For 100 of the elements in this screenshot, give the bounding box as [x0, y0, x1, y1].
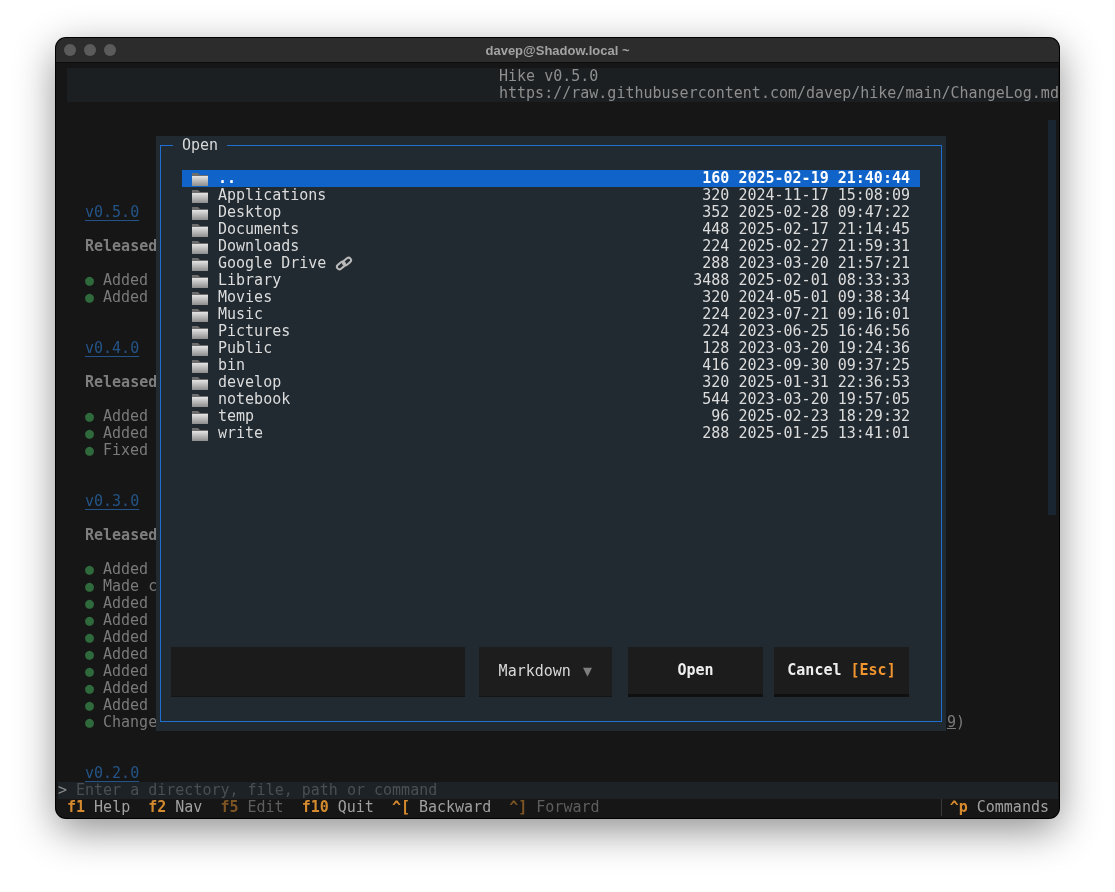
path-field[interactable] [171, 647, 465, 697]
filter-dropdown[interactable]: Markdown ▼ [478, 647, 613, 697]
file-size: 288 [702, 255, 730, 272]
key-binding[interactable]: f2 Nav [148, 799, 203, 816]
folder-icon [191, 272, 209, 289]
key-binding[interactable]: f10 Quit [301, 799, 374, 816]
file-name: Documents [218, 221, 300, 238]
bullet-icon: ● [85, 425, 103, 442]
file-name: write [218, 425, 264, 442]
file-name: temp [218, 408, 255, 425]
file-size: 320 [702, 289, 730, 306]
file-row[interactable]: Public 128 2023-03-20 19:24:36 [182, 340, 920, 357]
folder-icon [191, 221, 209, 238]
file-size: 224 [702, 323, 730, 340]
dialog-title: Open [173, 137, 228, 154]
file-name: Google Drive [218, 255, 327, 272]
file-size: 160 [702, 170, 730, 187]
change-text: Added [103, 272, 149, 289]
file-modified: 2024-11-17 15:08:09 [738, 187, 910, 204]
file-modified: 2025-02-01 08:33:33 [738, 272, 910, 289]
file-row[interactable]: develop 320 2025-01-31 22:36:53 [182, 374, 920, 391]
file-row[interactable]: Music 224 2023-07-21 09:16:01 [182, 306, 920, 323]
folder-icon [191, 374, 209, 391]
file-name: notebook [218, 391, 291, 408]
file-row[interactable]: Downloads 224 2025-02-27 21:59:31 [182, 238, 920, 255]
file-modified: 2023-07-21 09:16:01 [738, 306, 910, 323]
bullet-icon: ● [85, 714, 103, 731]
bullet-icon: ● [85, 629, 103, 646]
file-size: 3488 [693, 272, 730, 289]
file-size: 96 [711, 408, 730, 425]
file-name: Desktop [218, 204, 282, 221]
file-modified: 2025-02-23 18:29:32 [738, 408, 910, 425]
file-row[interactable]: Pictures 224 2023-06-25 16:46:56 [182, 323, 920, 340]
document-location: https://raw.githubusercontent.com/davep/hike/main/ChangeLog.md [498, 85, 1058, 102]
file-modified: 2023-03-20 19:57:05 [738, 391, 910, 408]
release-label: Released [85, 373, 158, 391]
change-text: Added [103, 663, 149, 680]
minimize-button[interactable] [84, 44, 96, 56]
file-name: .. [218, 170, 237, 187]
file-size: 448 [702, 221, 730, 238]
bullet-icon: ● [85, 663, 103, 680]
change-text: Added [103, 697, 149, 714]
file-modified: 2023-03-20 19:24:36 [738, 340, 910, 357]
folder-icon [191, 238, 209, 255]
zoom-button[interactable] [104, 44, 116, 56]
file-name: Movies [218, 289, 273, 306]
file-modified: 2025-02-19 21:40:44 [738, 170, 910, 187]
key-binding[interactable]: f1 Help [67, 799, 131, 816]
file-row[interactable]: temp 96 2025-02-23 18:29:32 [182, 408, 920, 425]
issue-link[interactable]: 9 [946, 713, 956, 731]
commands-binding[interactable]: ^p Commands [949, 799, 1049, 816]
change-text: Added [103, 408, 149, 425]
key-binding[interactable]: ^[ Backward [391, 799, 492, 816]
folder-icon [191, 187, 209, 204]
release-label: Released [85, 526, 158, 544]
window-title: davep@Shadow.local ~ [485, 42, 630, 58]
change-text: Added [103, 629, 149, 646]
file-size: 288 [702, 425, 730, 442]
file-size: 416 [702, 357, 730, 374]
folder-icon [191, 425, 209, 442]
change-text: Fixed [103, 442, 149, 459]
file-size: 352 [702, 204, 730, 221]
file-name: Public [218, 340, 273, 357]
folder-icon [191, 170, 209, 187]
change-text: Added [103, 646, 149, 663]
file-name: Pictures [218, 323, 291, 340]
file-row[interactable]: Desktop 352 2025-02-28 09:47:22 [182, 204, 920, 221]
change-text: Change [103, 714, 158, 731]
file-name: develop [218, 374, 282, 391]
cancel-button[interactable]: Cancel [Esc] [774, 647, 909, 697]
bullet-icon: ● [85, 680, 103, 697]
file-row[interactable]: Library 3488 2025-02-01 08:33:33 [182, 272, 920, 289]
change-text: ) [955, 713, 965, 731]
file-size: 128 [702, 340, 730, 357]
change-text: Added [103, 680, 149, 697]
folder-icon [191, 204, 209, 221]
file-row[interactable]: Google Drive 288 2023-03-20 21:57:21 [182, 255, 920, 272]
bullet-icon: ● [85, 289, 103, 306]
file-row[interactable]: Documents 448 2025-02-17 21:14:45 [182, 221, 920, 238]
file-row[interactable]: notebook 544 2023-03-20 19:57:05 [182, 391, 920, 408]
file-row[interactable]: Applications 320 2024-11-17 15:08:09 [182, 187, 920, 204]
scrollbar[interactable] [1048, 120, 1056, 515]
file-row[interactable]: Movies 320 2024-05-01 09:38:34 [182, 289, 920, 306]
file-row[interactable]: bin 416 2023-09-30 09:37:25 [182, 357, 920, 374]
file-modified: 2025-01-31 22:36:53 [738, 374, 910, 391]
folder-icon [191, 391, 209, 408]
folder-icon [191, 340, 209, 357]
file-row[interactable]: .. 160 2025-02-19 21:40:44 [182, 170, 920, 187]
bullet-icon: ● [85, 595, 103, 612]
bullet-icon: ● [85, 442, 103, 459]
folder-icon [191, 289, 209, 306]
file-modified: 2025-02-27 21:59:31 [738, 238, 910, 255]
file-row[interactable]: write 288 2025-01-25 13:41:01 [182, 425, 920, 442]
bullet-icon: ● [85, 272, 103, 289]
open-button[interactable]: Open [628, 647, 763, 697]
file-name: bin [218, 357, 246, 374]
close-button[interactable] [64, 44, 76, 56]
folder-icon [191, 306, 209, 323]
folder-icon [191, 408, 209, 425]
file-size: 320 [702, 374, 730, 391]
